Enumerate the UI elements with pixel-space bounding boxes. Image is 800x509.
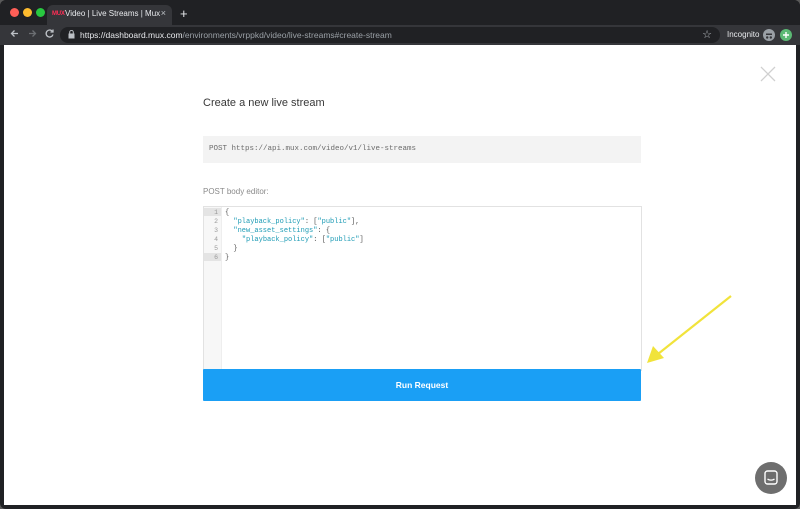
yellow-arrow-icon <box>647 295 732 363</box>
chat-icon[interactable] <box>755 462 787 494</box>
browser-window: MUX Video | Live Streams | Mux × + https… <box>0 0 800 509</box>
